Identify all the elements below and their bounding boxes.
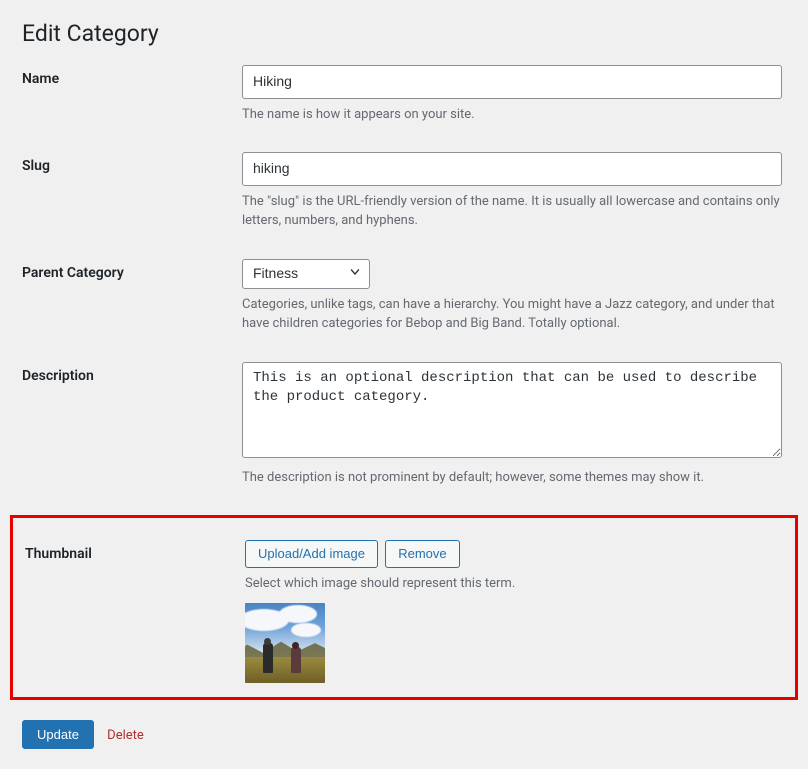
- parent-row: Parent Category Fitness Categories, unli…: [22, 259, 786, 334]
- page-title: Edit Category: [22, 20, 786, 47]
- name-help: The name is how it appears on your site.: [242, 105, 782, 125]
- delete-link[interactable]: Delete: [107, 728, 144, 743]
- parent-help: Categories, unlike tags, can have a hier…: [242, 295, 782, 334]
- update-button[interactable]: Update: [22, 720, 94, 749]
- slug-row: Slug The "slug" is the URL-friendly vers…: [22, 152, 786, 231]
- name-input[interactable]: [242, 65, 782, 99]
- edit-category-page: Edit Category Name The name is how it ap…: [0, 0, 808, 769]
- thumbnail-help: Select which image should represent this…: [245, 574, 779, 594]
- name-row: Name The name is how it appears on your …: [22, 65, 786, 124]
- description-textarea[interactable]: [242, 362, 782, 458]
- description-label: Description: [22, 368, 94, 384]
- slug-help: The "slug" is the URL-friendly version o…: [242, 192, 782, 231]
- thumbnail-preview[interactable]: [245, 603, 325, 683]
- slug-label: Slug: [22, 158, 50, 174]
- thumbnail-row: Thumbnail Upload/Add image Remove Select…: [25, 540, 783, 683]
- parent-select[interactable]: Fitness: [242, 259, 370, 289]
- form-actions: Update Delete: [22, 720, 786, 749]
- thumbnail-label: Thumbnail: [25, 546, 92, 562]
- remove-image-button[interactable]: Remove: [385, 540, 459, 568]
- thumbnail-highlight: Thumbnail Upload/Add image Remove Select…: [10, 515, 798, 700]
- name-label: Name: [22, 71, 59, 87]
- slug-input[interactable]: [242, 152, 782, 186]
- parent-label: Parent Category: [22, 265, 124, 281]
- description-row: Description The description is not promi…: [22, 362, 786, 488]
- description-help: The description is not prominent by defa…: [242, 468, 782, 488]
- upload-image-button[interactable]: Upload/Add image: [245, 540, 378, 568]
